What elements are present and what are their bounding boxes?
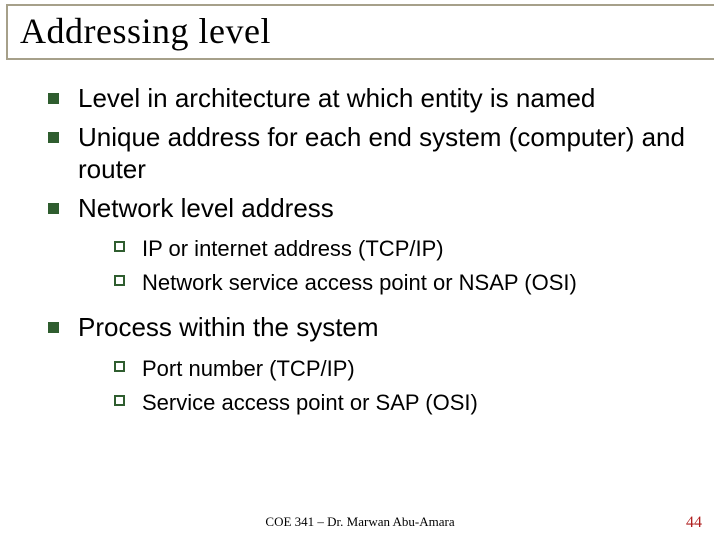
content-area: Level in architecture at which entity is… [0,60,720,417]
page-title: Addressing level [20,10,720,52]
square-bullet-icon [48,93,59,104]
sub-list-item: Service access point or SAP (OSI) [112,388,690,418]
list-item-text: Unique address for each end system (comp… [78,122,685,185]
square-bullet-icon [48,132,59,143]
title-area: Addressing level [0,0,720,58]
hollow-square-bullet-icon [114,361,125,372]
list-item: Process within the system Port number (T… [44,311,690,417]
slide: Addressing level Level in architecture a… [0,0,720,540]
sub-list-item-text: IP or internet address (TCP/IP) [142,236,444,261]
square-bullet-icon [48,203,59,214]
bullet-list: Level in architecture at which entity is… [44,82,690,417]
sub-list-item-text: Network service access point or NSAP (OS… [142,270,577,295]
list-item-text: Network level address [78,193,334,223]
hollow-square-bullet-icon [114,241,125,252]
sub-list-item: IP or internet address (TCP/IP) [112,234,690,264]
footer-text: COE 341 – Dr. Marwan Abu-Amara [0,514,720,530]
sub-list-item-text: Service access point or SAP (OSI) [142,390,478,415]
list-item-text: Process within the system [78,312,379,342]
page-number: 44 [686,514,702,532]
sub-list: Port number (TCP/IP) Service access poin… [112,354,690,417]
sub-list-item: Port number (TCP/IP) [112,354,690,384]
hollow-square-bullet-icon [114,395,125,406]
sub-list-item: Network service access point or NSAP (OS… [112,268,690,298]
list-item: Network level address IP or internet add… [44,192,690,298]
hollow-square-bullet-icon [114,275,125,286]
list-item: Unique address for each end system (comp… [44,121,690,186]
list-item-text: Level in architecture at which entity is… [78,83,595,113]
sub-list: IP or internet address (TCP/IP) Network … [112,234,690,297]
list-item: Level in architecture at which entity is… [44,82,690,115]
sub-list-item-text: Port number (TCP/IP) [142,356,355,381]
square-bullet-icon [48,322,59,333]
